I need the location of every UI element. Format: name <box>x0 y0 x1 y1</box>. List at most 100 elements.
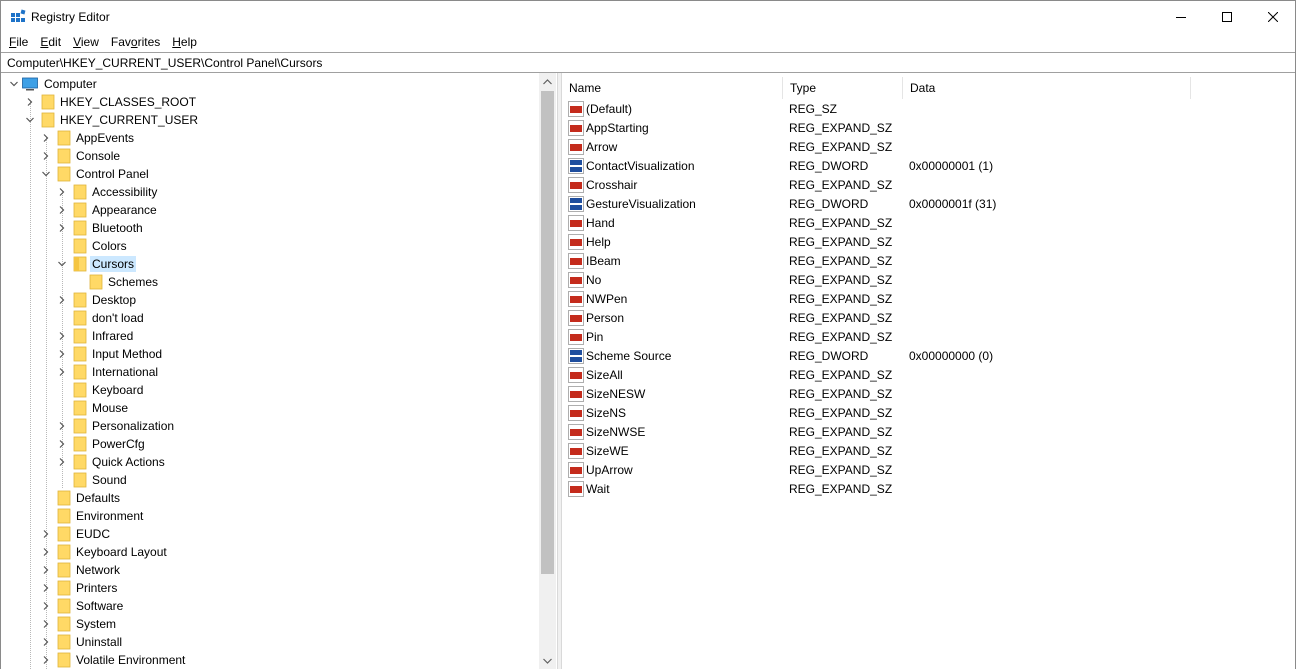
chevron-down-icon[interactable] <box>25 115 35 125</box>
tree-node[interactable]: Infrared <box>1 327 539 345</box>
scroll-thumb[interactable] <box>541 91 554 574</box>
close-button[interactable] <box>1250 1 1296 32</box>
scroll-down-button[interactable] <box>539 652 556 669</box>
menu-item[interactable]: Favorites <box>105 32 166 52</box>
tree-node[interactable]: Volatile Environment <box>1 651 539 669</box>
tree-node[interactable]: Mouse <box>1 399 539 417</box>
value-row[interactable]: Arrow REG_EXPAND_SZ <box>562 137 1295 156</box>
chevron-right-icon[interactable] <box>57 295 67 305</box>
value-row[interactable]: Crosshair REG_EXPAND_SZ <box>562 175 1295 194</box>
value-row[interactable]: Hand REG_EXPAND_SZ <box>562 213 1295 232</box>
chevron-right-icon[interactable] <box>57 331 67 341</box>
value-row[interactable]: SizeNS REG_EXPAND_SZ <box>562 403 1295 422</box>
value-row[interactable]: IBeam REG_EXPAND_SZ <box>562 251 1295 270</box>
menu-item[interactable]: View <box>67 32 105 52</box>
chevron-right-icon[interactable] <box>25 97 35 107</box>
tree-node[interactable]: Network <box>1 561 539 579</box>
tree-node[interactable]: Computer <box>1 75 539 93</box>
tree-node[interactable]: HKEY_CURRENT_USER <box>1 111 539 129</box>
address-bar[interactable]: Computer\HKEY_CURRENT_USER\Control Panel… <box>1 52 1295 73</box>
value-row[interactable]: ContactVisualization REG_DWORD 0x00000001 … <box>562 156 1295 175</box>
value-row[interactable]: Pin REG_EXPAND_SZ <box>562 327 1295 346</box>
value-row[interactable]: GestureVisualization REG_DWORD 0x0000001f … <box>562 194 1295 213</box>
value-row[interactable]: Help REG_EXPAND_SZ <box>562 232 1295 251</box>
minimize-button[interactable] <box>1158 1 1204 32</box>
value-row[interactable]: SizeWE REG_EXPAND_SZ <box>562 441 1295 460</box>
tree-node[interactable]: International <box>1 363 539 381</box>
tree-node[interactable]: HKEY_CLASSES_ROOT <box>1 93 539 111</box>
chevron-right-icon[interactable] <box>57 421 67 431</box>
chevron-right-icon[interactable] <box>41 529 51 539</box>
value-row[interactable]: SizeNESW REG_EXPAND_SZ <box>562 384 1295 403</box>
chevron-down-icon[interactable] <box>57 259 67 269</box>
chevron-right-icon[interactable] <box>57 223 67 233</box>
tree-node[interactable]: Control Panel <box>1 165 539 183</box>
chevron-right-icon[interactable] <box>57 205 67 215</box>
column-header-data[interactable]: Data <box>903 77 1191 99</box>
value-row[interactable]: AppStarting REG_EXPAND_SZ <box>562 118 1295 137</box>
column-header-name[interactable]: Name <box>562 77 783 99</box>
value-row[interactable]: SizeNWSE REG_EXPAND_SZ <box>562 422 1295 441</box>
tree-scrollbar[interactable] <box>539 73 556 669</box>
chevron-right-icon[interactable] <box>41 583 51 593</box>
chevron-down-icon[interactable] <box>9 79 19 89</box>
column-header-type[interactable]: Type <box>783 77 903 99</box>
tree-node[interactable]: Quick Actions <box>1 453 539 471</box>
tree-node[interactable]: Appearance <box>1 201 539 219</box>
tree-node[interactable]: Schemes <box>1 273 539 291</box>
values-list[interactable]: Name Type Data (Default) REG_SZ AppStartin… <box>562 73 1295 669</box>
tree-node[interactable]: Printers <box>1 579 539 597</box>
chevron-right-icon[interactable] <box>41 547 51 557</box>
chevron-right-icon[interactable] <box>41 637 51 647</box>
chevron-right-icon[interactable] <box>57 367 67 377</box>
menu-item[interactable]: Help <box>166 32 203 52</box>
value-row[interactable]: Scheme Source REG_DWORD 0x00000000 (0) <box>562 346 1295 365</box>
tree-node[interactable]: AppEvents <box>1 129 539 147</box>
tree-node[interactable]: Console <box>1 147 539 165</box>
tree-node[interactable]: Bluetooth <box>1 219 539 237</box>
value-row[interactable]: Wait REG_EXPAND_SZ <box>562 479 1295 498</box>
tree-node[interactable]: Software <box>1 597 539 615</box>
tree-node[interactable]: Environment <box>1 507 539 525</box>
chevron-down-icon[interactable] <box>41 169 51 179</box>
tree-node[interactable]: EUDC <box>1 525 539 543</box>
chevron-right-icon[interactable] <box>57 439 67 449</box>
value-row[interactable]: (Default) REG_SZ <box>562 99 1295 118</box>
address-path[interactable]: Computer\HKEY_CURRENT_USER\Control Panel… <box>7 56 322 70</box>
chevron-right-icon[interactable] <box>41 133 51 143</box>
value-row[interactable]: SizeAll REG_EXPAND_SZ <box>562 365 1295 384</box>
menu-item[interactable]: File <box>3 32 34 52</box>
maximize-button[interactable] <box>1204 1 1250 32</box>
tree-node[interactable]: System <box>1 615 539 633</box>
chevron-right-icon[interactable] <box>57 187 67 197</box>
tree-node[interactable]: Cursors <box>1 255 539 273</box>
tree-node[interactable]: Input Method <box>1 345 539 363</box>
menu-item[interactable]: Edit <box>34 32 67 52</box>
value-row[interactable]: No REG_EXPAND_SZ <box>562 270 1295 289</box>
chevron-right-icon[interactable] <box>41 655 51 665</box>
chevron-right-icon[interactable] <box>41 619 51 629</box>
title-bar[interactable]: Registry Editor <box>1 1 1295 32</box>
tree-node[interactable]: don't load <box>1 309 539 327</box>
value-row[interactable]: Person REG_EXPAND_SZ <box>562 308 1295 327</box>
tree-node[interactable]: Sound <box>1 471 539 489</box>
tree-node[interactable]: Keyboard <box>1 381 539 399</box>
value-row[interactable]: NWPen REG_EXPAND_SZ <box>562 289 1295 308</box>
tree-node[interactable]: Uninstall <box>1 633 539 651</box>
tree-node[interactable]: PowerCfg <box>1 435 539 453</box>
key-tree[interactable]: Computer HKEY_CLASSES_ROOT HKEY_CURRENT_US… <box>1 73 557 669</box>
chevron-right-icon[interactable] <box>57 457 67 467</box>
value-name: Wait <box>586 482 610 496</box>
tree-node[interactable]: Defaults <box>1 489 539 507</box>
tree-node[interactable]: Accessibility <box>1 183 539 201</box>
tree-node[interactable]: Colors <box>1 237 539 255</box>
chevron-right-icon[interactable] <box>57 349 67 359</box>
chevron-right-icon[interactable] <box>41 565 51 575</box>
tree-node[interactable]: Desktop <box>1 291 539 309</box>
chevron-right-icon[interactable] <box>41 151 51 161</box>
tree-node[interactable]: Personalization <box>1 417 539 435</box>
chevron-right-icon[interactable] <box>41 601 51 611</box>
scroll-up-button[interactable] <box>539 73 556 90</box>
tree-node[interactable]: Keyboard Layout <box>1 543 539 561</box>
value-row[interactable]: UpArrow REG_EXPAND_SZ <box>562 460 1295 479</box>
